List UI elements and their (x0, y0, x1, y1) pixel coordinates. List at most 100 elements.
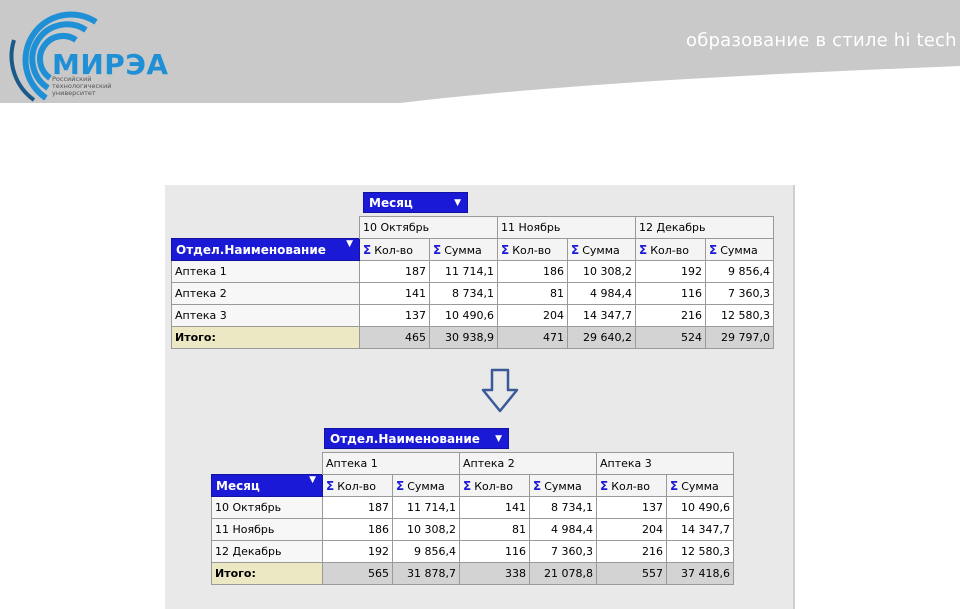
cell: 204 (497, 304, 568, 327)
cell: 116 (459, 540, 530, 563)
sigma-icon: Σ (639, 242, 648, 257)
total-row: Итого: 465 30 938,9 471 29 640,2 524 29 … (171, 326, 774, 349)
cell: 137 (359, 304, 430, 327)
column-header: 11 Ноябрь (497, 216, 636, 239)
measure-header: Σ Кол-во (497, 238, 568, 261)
header-band: образование в стиле hi tech МИРЭА Россий… (0, 0, 960, 103)
row-field-button[interactable]: Месяц ▼ (211, 474, 323, 497)
cell: 141 (459, 496, 530, 519)
cell: 4 984,4 (529, 518, 597, 541)
row-label[interactable]: Аптека 2 (171, 282, 360, 305)
table-row: Аптека 3 137 10 490,6 204 14 347,7 216 1… (171, 304, 774, 327)
total-label: Итого: (171, 326, 360, 349)
column-field-button[interactable]: Отдел.Наименование ▼ (324, 428, 509, 449)
table-row: Аптека 1 187 11 714,1 186 10 308,2 192 9… (171, 260, 774, 283)
cell: 11 714,1 (392, 496, 460, 519)
table-row: 11 Ноябрь 186 10 308,2 81 4 984,4 204 14… (211, 518, 734, 541)
dropdown-arrow-icon: ▼ (454, 198, 461, 208)
total-cell: 21 078,8 (529, 562, 597, 585)
pivot-table-1: 10 Октябрь 11 Ноябрь 12 Декабрь Отдел.На… (171, 216, 774, 349)
column-header: Аптека 2 (459, 452, 597, 475)
measure-header: Σ Кол-во (596, 474, 667, 497)
row-field-label: Отдел.Наименование (176, 242, 326, 257)
row-label[interactable]: Аптека 3 (171, 304, 360, 327)
logo-subtitle: Российский технологический университет (52, 75, 112, 97)
measure-header: Σ Сумма (666, 474, 734, 497)
measure-header: Σ Сумма (567, 238, 636, 261)
sigma-icon: Σ (533, 478, 542, 493)
sigma-icon: Σ (670, 478, 679, 493)
cell: 192 (635, 260, 706, 283)
logo: МИРЭА Российский технологический универс… (0, 0, 170, 103)
down-arrow-icon (481, 368, 519, 413)
slogan: образование в стиле hi tech (686, 30, 957, 51)
total-cell: 557 (596, 562, 667, 585)
cell: 10 308,2 (392, 518, 460, 541)
cell: 8 734,1 (529, 496, 597, 519)
sigma-icon: Σ (363, 242, 372, 257)
measure-header: Σ Сумма (705, 238, 774, 261)
total-cell: 338 (459, 562, 530, 585)
cell: 10 490,6 (666, 496, 734, 519)
cell: 187 (359, 260, 430, 283)
row-field-label: Месяц (216, 478, 260, 493)
measure-header: Σ Сумма (429, 238, 498, 261)
cell: 186 (497, 260, 568, 283)
measure-header: Σ Кол-во (359, 238, 430, 261)
sigma-icon: Σ (396, 478, 405, 493)
cell: 216 (635, 304, 706, 327)
cell: 9 856,4 (392, 540, 460, 563)
sigma-icon: Σ (433, 242, 442, 257)
cell: 186 (322, 518, 393, 541)
total-cell: 30 938,9 (429, 326, 498, 349)
column-header: 12 Декабрь (635, 216, 774, 239)
total-label: Итого: (211, 562, 323, 585)
cell: 4 984,4 (567, 282, 636, 305)
table-row: 12 Декабрь 192 9 856,4 116 7 360,3 216 1… (211, 540, 734, 563)
cell: 7 360,3 (705, 282, 774, 305)
cell: 12 580,3 (666, 540, 734, 563)
total-cell: 471 (497, 326, 568, 349)
cell: 192 (322, 540, 393, 563)
sigma-icon: Σ (326, 478, 335, 493)
dropdown-arrow-icon: ▼ (495, 434, 502, 444)
measure-header: Σ Кол-во (635, 238, 706, 261)
row-label[interactable]: 10 Октябрь (211, 496, 323, 519)
sigma-icon: Σ (571, 242, 580, 257)
total-cell: 524 (635, 326, 706, 349)
sigma-icon: Σ (463, 478, 472, 493)
row-label[interactable]: 12 Декабрь (211, 540, 323, 563)
cell: 216 (596, 540, 667, 563)
cell: 14 347,7 (567, 304, 636, 327)
column-header: Аптека 1 (322, 452, 460, 475)
cell: 137 (596, 496, 667, 519)
cell: 81 (497, 282, 568, 305)
column-header: 10 Октябрь (359, 216, 498, 239)
cell: 187 (322, 496, 393, 519)
cell: 116 (635, 282, 706, 305)
cell: 10 308,2 (567, 260, 636, 283)
column-field-button[interactable]: Месяц ▼ (363, 192, 468, 213)
total-row: Итого: 565 31 878,7 338 21 078,8 557 37 … (211, 562, 734, 585)
cell: 10 490,6 (429, 304, 498, 327)
total-cell: 565 (322, 562, 393, 585)
sigma-icon: Σ (600, 478, 609, 493)
cell: 8 734,1 (429, 282, 498, 305)
cell: 204 (596, 518, 667, 541)
measure-header: Σ Сумма (392, 474, 460, 497)
column-header: Аптека 3 (596, 452, 734, 475)
sigma-icon: Σ (501, 242, 510, 257)
column-field-label: Отдел.Наименование (330, 432, 480, 446)
row-label[interactable]: Аптека 1 (171, 260, 360, 283)
total-cell: 465 (359, 326, 430, 349)
measure-header: Σ Кол-во (459, 474, 530, 497)
cell: 11 714,1 (429, 260, 498, 283)
cell: 81 (459, 518, 530, 541)
row-label[interactable]: 11 Ноябрь (211, 518, 323, 541)
dropdown-arrow-icon: ▼ (309, 475, 316, 486)
row-field-button[interactable]: Отдел.Наименование ▼ (171, 238, 360, 261)
measure-header: Σ Кол-во (322, 474, 393, 497)
pivot-table-2: Аптека 1 Аптека 2 Аптека 3 Месяц ▼ Σ Кол-… (211, 452, 734, 585)
total-cell: 37 418,6 (666, 562, 734, 585)
table-row: Аптека 2 141 8 734,1 81 4 984,4 116 7 36… (171, 282, 774, 305)
